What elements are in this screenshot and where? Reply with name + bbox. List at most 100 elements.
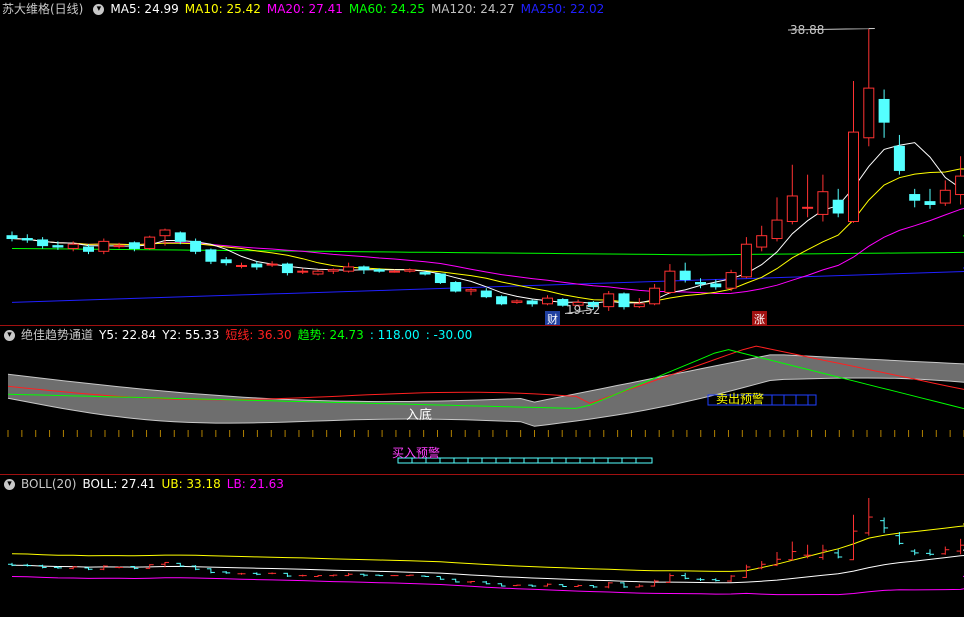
candle-body xyxy=(771,219,783,240)
ma-legend-item-4: MA120: 24.27 xyxy=(430,2,515,16)
candle-body xyxy=(205,249,217,262)
sell-warning-label: 卖出预警 xyxy=(716,392,765,406)
ma250-line xyxy=(11,267,964,303)
indicator-param-3: 趋势: 24.73 xyxy=(297,328,364,342)
candle-body xyxy=(725,272,737,289)
boll-ub-line xyxy=(11,523,964,572)
indicator-param-2: 短线: 36.30 xyxy=(225,328,292,342)
candle-body xyxy=(113,245,125,248)
candle-body xyxy=(802,206,814,209)
candle-body xyxy=(251,263,263,268)
candle-body xyxy=(52,245,64,248)
candle-body xyxy=(419,272,431,275)
main-kline-panel: 苏大维格(日线) ▾ MA5: 24.99 MA10: 25.42 MA20: 27… xyxy=(0,0,964,325)
collapse-down-icon[interactable]: ▾ xyxy=(93,3,105,15)
rudi-label: 入底 xyxy=(406,408,433,423)
candle-body xyxy=(848,131,859,223)
candle-body xyxy=(909,194,921,201)
boll-param-2: LB: 21.63 xyxy=(226,477,284,491)
candle-body xyxy=(297,270,309,273)
candle-body xyxy=(389,270,400,273)
candle-body xyxy=(786,195,798,223)
candle-body xyxy=(144,236,156,249)
candle-body xyxy=(128,242,140,249)
candle-body xyxy=(465,289,477,292)
candle-body xyxy=(434,273,446,284)
candle-body xyxy=(924,201,936,205)
candle-body xyxy=(343,266,355,272)
candle-body xyxy=(664,270,676,293)
candle-body xyxy=(649,287,661,305)
candle-body xyxy=(863,87,875,139)
candle-body xyxy=(220,259,232,264)
candle-body xyxy=(756,235,768,248)
candle-body xyxy=(817,191,829,215)
candle-body xyxy=(893,145,905,171)
candle-body xyxy=(83,246,94,252)
candle-body xyxy=(190,240,202,252)
ma-legend-item-2: MA20: 27.41 xyxy=(266,2,343,16)
indicator-param-0: Y5: 22.84 xyxy=(99,328,157,342)
candle-body xyxy=(37,239,49,247)
buy-warning-label: 买入预警 xyxy=(392,446,441,460)
candle-body xyxy=(67,243,79,249)
boll-param-0: BOLL: 27.41 xyxy=(82,477,156,491)
indicator-param-1: Y2: 55.33 xyxy=(162,328,220,342)
candle-body xyxy=(832,199,844,214)
candle-body xyxy=(710,283,722,288)
candle-body xyxy=(695,282,706,285)
ma10-line xyxy=(11,168,964,304)
candle-body xyxy=(358,266,370,271)
trend-indicator-panel: ▾ 绝佳趋势通道 Y5: 22.84 Y2: 55.33 短线: 36.30 趋势: … xyxy=(0,326,964,474)
indicator-params: Y5: 22.84 Y2: 55.33 短线: 36.30 趋势: 24.73 : 11… xyxy=(99,326,478,344)
candle-body xyxy=(266,263,278,266)
candle-body xyxy=(98,240,110,252)
candle-body xyxy=(373,269,385,272)
boll-panel: ▾ BOLL(20) BOLL: 27.41 UB: 33.18 LB: 21.63 xyxy=(0,475,964,617)
candle-body xyxy=(404,269,416,272)
indicator-param-4: : 118.00 xyxy=(369,328,420,342)
candlestick-chart[interactable] xyxy=(0,0,964,325)
indicator-legend: ▾ 绝佳趋势通道 Y5: 22.84 Y2: 55.33 短线: 36.30 趋势: … xyxy=(0,326,478,344)
candle-body xyxy=(236,264,247,267)
stock-name: 苏大维格(日线) xyxy=(2,2,84,16)
candle-body xyxy=(450,282,462,292)
candle-body xyxy=(159,229,171,237)
candle-body xyxy=(939,189,951,204)
ma-legend-item-1: MA10: 25.42 xyxy=(184,2,261,16)
ma-legend-item-3: MA60: 24.25 xyxy=(348,2,425,16)
candle-body xyxy=(618,293,630,308)
indicator-name: 绝佳趋势通道 xyxy=(21,328,94,342)
candle-body xyxy=(740,243,752,278)
collapse-down-icon[interactable]: ▾ xyxy=(4,329,15,341)
boll-params: BOLL: 27.41 UB: 33.18 LB: 21.63 xyxy=(82,475,289,493)
boll-legend: ▾ BOLL(20) BOLL: 27.41 UB: 33.18 LB: 21.63 xyxy=(0,475,290,493)
candle-body xyxy=(21,238,33,241)
candle-body xyxy=(633,303,645,308)
marker-cai[interactable]: 财 xyxy=(545,311,560,325)
low-price-label: 19.52 xyxy=(566,303,601,317)
marker-zhang[interactable]: 涨 xyxy=(752,311,767,325)
boll-name: BOLL(20) xyxy=(21,477,77,491)
ma-legend-items: MA5: 24.99 MA10: 25.42 MA20: 27.41 MA60: 24… xyxy=(110,0,610,18)
candle-body xyxy=(526,300,538,305)
candle-body xyxy=(496,296,508,305)
main-legend: 苏大维格(日线) ▾ MA5: 24.99 MA10: 25.42 MA20: 27… xyxy=(0,0,610,18)
candle-body xyxy=(603,293,615,308)
ma-legend-item-0: MA5: 24.99 xyxy=(110,2,179,16)
trend-channel-chart[interactable] xyxy=(0,326,964,474)
indicator-param-5: : -30.00 xyxy=(425,328,473,342)
candle-body xyxy=(6,235,18,240)
candle-body xyxy=(542,297,553,305)
candle-body xyxy=(327,269,339,272)
candle-body xyxy=(955,175,964,196)
candle-body xyxy=(480,290,492,298)
candle-body xyxy=(312,270,324,275)
candle-body xyxy=(281,263,293,274)
candle-body xyxy=(878,98,890,123)
boll-chart[interactable] xyxy=(0,475,964,617)
collapse-down-icon[interactable]: ▾ xyxy=(4,478,15,490)
candle-body xyxy=(679,270,691,281)
channel-band xyxy=(8,354,964,427)
boll-param-1: UB: 33.18 xyxy=(161,477,221,491)
